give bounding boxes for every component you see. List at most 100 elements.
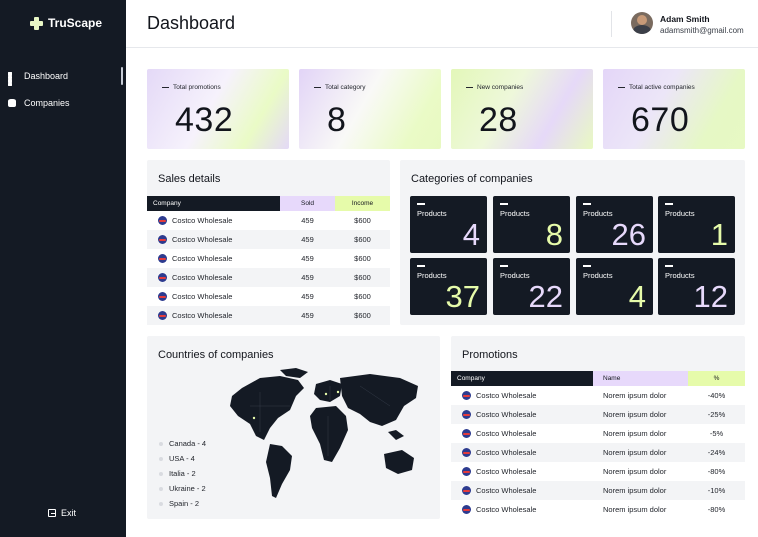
table-row[interactable]: Costco Wholesale Norem ipsum dolor -5% [451, 424, 745, 443]
company-name: Costco Wholesale [172, 292, 233, 301]
world-map[interactable] [220, 366, 425, 506]
tile-label: Products [417, 209, 447, 218]
header: Dashboard Adam Smith adamsmith@gmail.com [126, 0, 758, 48]
legend-dot [159, 471, 163, 476]
legend-label: Ukraine - 2 [169, 484, 206, 493]
category-tile[interactable]: Products 1 [658, 196, 735, 253]
tile-dash [665, 203, 673, 205]
category-tile[interactable]: Products 26 [576, 196, 653, 253]
sold-value: 459 [280, 230, 335, 249]
category-tile[interactable]: Products 22 [493, 258, 570, 315]
stat-label: Total promotions [162, 84, 221, 91]
tile-dash [583, 203, 591, 205]
company-name: Costco Wholesale [172, 273, 233, 282]
company-name: Costco Wholesale [476, 467, 537, 476]
exit-label: Exit [61, 508, 77, 518]
income-value: $600 [335, 306, 390, 325]
marker-dot [252, 416, 256, 420]
column-header-company[interactable]: Company [147, 196, 280, 211]
table-row[interactable]: Costco Wholesale 459 $600 [147, 306, 390, 325]
category-tile[interactable]: Products 12 [658, 258, 735, 315]
sold-value: 459 [280, 249, 335, 268]
tile-label: Products [665, 209, 695, 218]
australia-shape [384, 450, 414, 474]
column-header-company[interactable]: Company [451, 371, 593, 386]
tile-value: 12 [693, 279, 728, 314]
promo-percent: -80% [688, 500, 745, 519]
stat-label: New companies [466, 84, 523, 91]
tile-value: 22 [528, 279, 563, 314]
sidebar-item-label: Dashboard [24, 71, 69, 81]
legend-item: USA - 4 [159, 454, 195, 463]
tile-value: 26 [611, 217, 646, 252]
table-row[interactable]: Costco Wholesale 459 $600 [147, 211, 390, 230]
south-america-shape [266, 444, 292, 498]
tile-value: 37 [445, 279, 480, 314]
exit-icon [48, 509, 56, 517]
sidebar-item-companies[interactable]: Companies [8, 98, 70, 108]
tile-label: Products [417, 271, 447, 280]
tile-label: Products [665, 271, 695, 280]
column-header-sold[interactable]: Sold [280, 196, 335, 211]
category-tile[interactable]: Products 8 [493, 196, 570, 253]
user-email: adamsmith@gmail.com [660, 26, 744, 35]
table-row[interactable]: Costco Wholesale Norem ipsum dolor -25% [451, 405, 745, 424]
table-row[interactable]: Costco Wholesale 459 $600 [147, 230, 390, 249]
marker-dot [336, 390, 340, 394]
promo-name: Norem ipsum dolor [593, 405, 688, 424]
tile-label: Products [500, 271, 530, 280]
table-row[interactable]: Costco Wholesale Norem ipsum dolor -80% [451, 500, 745, 519]
database-icon [8, 99, 16, 107]
legend-label: USA - 4 [169, 454, 195, 463]
sold-value: 459 [280, 211, 335, 230]
table-row[interactable]: Costco Wholesale Norem ipsum dolor -24% [451, 443, 745, 462]
legend-dot [159, 456, 163, 461]
panel-title: Countries of companies [158, 349, 274, 361]
exit-button[interactable]: Exit [48, 508, 76, 518]
company-logo-icon [462, 448, 471, 457]
marker-dot [324, 392, 328, 396]
panel-title: Promotions [462, 349, 518, 361]
categories-panel: Categories of companies Products 4 Produ… [400, 160, 745, 325]
table-row[interactable]: Costco Wholesale 459 $600 [147, 287, 390, 306]
company-logo-icon [462, 467, 471, 476]
column-header-income[interactable]: Income [335, 196, 390, 211]
table-row[interactable]: Costco Wholesale Norem ipsum dolor -40% [451, 386, 745, 405]
tile-value: 8 [545, 217, 563, 252]
promo-percent: -10% [688, 481, 745, 500]
stat-label: Total category [314, 84, 365, 91]
category-tile[interactable]: Products 37 [410, 258, 487, 315]
legend-item: Spain - 2 [159, 499, 199, 508]
sidebar-item-label: Companies [24, 98, 70, 108]
company-name: Costco Wholesale [172, 216, 233, 225]
promo-name: Norem ipsum dolor [593, 424, 688, 443]
category-tile[interactable]: Products 4 [576, 258, 653, 315]
indonesia-shape [388, 430, 404, 440]
table-row[interactable]: Costco Wholesale Norem ipsum dolor -80% [451, 462, 745, 481]
legend-label: Canada - 4 [169, 439, 207, 448]
company-name: Costco Wholesale [476, 410, 537, 419]
stat-value: 670 [631, 101, 690, 139]
table-row[interactable]: Costco Wholesale 459 $600 [147, 249, 390, 268]
avatar[interactable] [631, 12, 653, 34]
stat-value: 28 [479, 101, 518, 139]
page-title: Dashboard [147, 13, 236, 33]
company-logo-icon [158, 273, 167, 282]
app-name: TruScape [48, 16, 103, 30]
table-row[interactable]: Costco Wholesale 459 $600 [147, 268, 390, 287]
stat-card-new-companies: New companies 28 [451, 69, 593, 149]
company-logo-icon [158, 235, 167, 244]
sidebar-item-dashboard[interactable]: Dashboard [8, 71, 69, 86]
panel-title: Categories of companies [411, 173, 533, 185]
column-header-name[interactable]: Name [593, 371, 688, 386]
income-value: $600 [335, 249, 390, 268]
table-row[interactable]: Costco Wholesale Norem ipsum dolor -10% [451, 481, 745, 500]
app-logo[interactable]: TruScape [30, 16, 102, 30]
stat-label: Total active companies [618, 84, 695, 91]
column-header-percent[interactable]: % [688, 371, 745, 386]
company-logo-icon [158, 311, 167, 320]
legend-item: Italia - 2 [159, 469, 196, 478]
tile-label: Products [500, 209, 530, 218]
category-tile[interactable]: Products 4 [410, 196, 487, 253]
legend-item: Ukraine - 2 [159, 484, 206, 493]
